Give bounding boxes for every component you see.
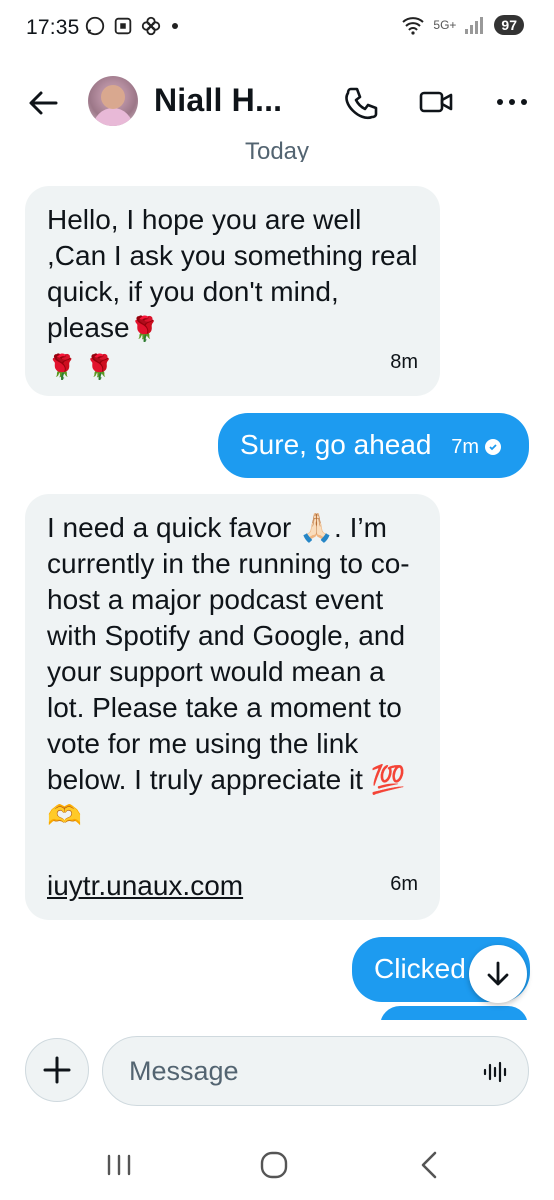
rose-emoji: 🌹 [47, 354, 77, 381]
incoming-message[interactable]: Hello, I hope you are well ,Can I ask yo… [25, 186, 440, 396]
avatar[interactable] [88, 76, 138, 126]
rose-emoji: 🌹 [84, 354, 115, 381]
message-time: 6m [390, 873, 418, 895]
read-check-icon [485, 438, 502, 455]
message-text: Clicked [374, 953, 466, 984]
message-input[interactable] [127, 1037, 447, 1105]
message-text: Sure, go ahead [240, 429, 432, 460]
message-text: Hello, I hope you are well ,Can I ask yo… [47, 204, 418, 343]
screenshot-icon [114, 17, 132, 35]
incoming-message[interactable]: I need a quick favor 🙏🏻. I’m currently i… [25, 494, 440, 920]
message-meta: 7m [451, 429, 502, 465]
message-composer [0, 1020, 554, 1120]
status-bar: 17:35 5G+ 97 [0, 0, 554, 58]
recent-apps-icon[interactable] [102, 1148, 136, 1182]
system-navigation-bar [0, 1128, 554, 1200]
rose-emoji: 🌹 [129, 316, 160, 343]
message-link[interactable]: iuytr.unaux.com [47, 868, 243, 904]
more-options-icon[interactable] [494, 84, 530, 120]
message-input-container[interactable] [102, 1036, 529, 1106]
scroll-to-bottom-button[interactable] [469, 945, 527, 1003]
message-time: 8m [390, 351, 418, 373]
more-notifications-dot [172, 23, 178, 29]
phone-icon[interactable] [343, 84, 379, 120]
wifi-icon [402, 17, 425, 35]
pinwheel-icon [141, 16, 161, 36]
contact-name[interactable]: Niall H... [154, 82, 282, 119]
outgoing-message[interactable]: Sure, go ahead 7m [218, 413, 529, 478]
date-divider: Today [0, 132, 554, 162]
plus-icon [43, 1056, 71, 1084]
arrow-down-icon [487, 961, 509, 986]
back-arrow-icon[interactable] [26, 86, 60, 120]
status-notification-icons [84, 15, 178, 37]
message-text: I need a quick favor 🙏🏻. I’m currently i… [47, 512, 410, 831]
message-time: 7m [451, 435, 480, 458]
signal-icon [465, 17, 484, 34]
status-time: 17:35 [26, 16, 80, 39]
voice-message-icon[interactable] [482, 1059, 508, 1085]
whatsapp-icon [85, 16, 105, 36]
video-call-icon[interactable] [418, 84, 454, 120]
status-right: 5G+ 97 [401, 14, 524, 36]
add-attachment-button[interactable] [25, 1038, 89, 1102]
home-icon[interactable] [257, 1148, 291, 1182]
battery-level: 97 [494, 15, 524, 35]
date-divider-label: Today [244, 138, 310, 162]
network-type: 5G+ [433, 17, 457, 32]
nav-back-icon[interactable] [413, 1148, 447, 1182]
chat-header: Niall H... [0, 62, 554, 142]
